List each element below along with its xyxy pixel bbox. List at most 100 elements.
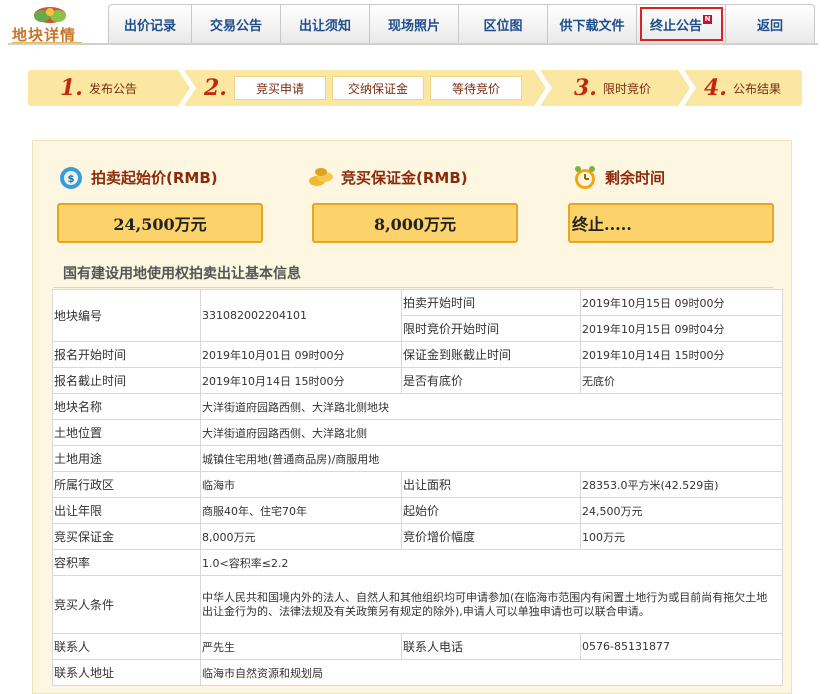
table-row: 地块名称 大洋街道府园路西侧、大洋路北侧地块 xyxy=(52,393,783,420)
table-value: 无底价 xyxy=(580,367,783,394)
table-key: 出让年限 xyxy=(52,497,201,524)
tab-label: 返回 xyxy=(756,18,783,34)
tab-label: 出让须知 xyxy=(298,18,351,34)
tab-site-photos[interactable]: 现场照片 xyxy=(370,4,459,44)
section-title: 国有建设用地使用权拍卖出让基本信息 xyxy=(63,266,301,282)
table-value: 1.0<容积率≤2.2 xyxy=(200,549,783,576)
remaining-value: 终止..... xyxy=(568,203,774,243)
table-value: 2019年10月15日 09时00分 xyxy=(580,289,783,316)
leaf-logo-icon xyxy=(34,7,66,23)
coins-icon xyxy=(309,168,333,186)
table-value: 商服40年、住宅70年 xyxy=(200,497,402,524)
table-row: 土地位置 大洋街道府园路西侧、大洋路北侧 xyxy=(52,419,783,446)
tab-downloads[interactable]: 供下载文件 xyxy=(548,4,637,44)
money-bag-icon: $ xyxy=(60,167,82,189)
tab-label: 交易公告 xyxy=(209,18,262,34)
table-key: 联系人电话 xyxy=(401,633,581,660)
deposit-label: 竞买保证金(RMB) xyxy=(341,168,468,187)
tab-label: 供下载文件 xyxy=(559,18,625,34)
table-key: 联系人地址 xyxy=(52,659,201,686)
tab-transfer-notes[interactable]: 出让须知 xyxy=(281,4,370,44)
remaining-heading: 剩余时间 xyxy=(571,163,665,191)
table-value: 8,000万元 xyxy=(200,523,402,550)
table-value: 331082002204101 xyxy=(200,289,402,342)
table-key: 土地用途 xyxy=(52,445,201,472)
step-3-label: 限时竞价 xyxy=(602,81,651,96)
table-key: 地块名称 xyxy=(52,393,201,420)
table-key: 是否有底价 xyxy=(401,367,581,394)
table-key: 竞买保证金 xyxy=(52,523,201,550)
nav-divider xyxy=(8,43,818,45)
step-4-number: 4. xyxy=(704,75,727,101)
tab-termination-notice[interactable]: 终止公告 N xyxy=(637,4,726,44)
table-row: 报名开始时间 2019年10月01日 09时00分 保证金到账截止时间 2019… xyxy=(52,341,783,368)
table-key: 所属行政区 xyxy=(52,471,201,498)
table-value: 中华人民共和国境内外的法人、自然人和其他组织均可申请参加(在临海市范围内有闲置土… xyxy=(200,575,783,634)
step-2: 2. xyxy=(204,70,233,106)
table-key: 保证金到账截止时间 xyxy=(401,341,581,368)
info-table: 地块编号 331082002204101 拍卖开始时间 2019年10月15日 … xyxy=(52,289,783,686)
table-row: 土地用途 城镇住宅用地(普通商品房)/商服用地 xyxy=(52,445,783,472)
table-key: 起始价 xyxy=(401,497,581,524)
table-value: 0576-85131877 xyxy=(580,633,783,660)
chevron-right-icon xyxy=(678,70,696,106)
table-key: 地块编号 xyxy=(52,289,201,342)
tab-label: 出价记录 xyxy=(123,18,176,34)
table-key: 出让面积 xyxy=(401,471,581,498)
table-value: 2019年10月01日 09时00分 xyxy=(200,341,402,368)
table-key: 报名开始时间 xyxy=(52,341,201,368)
table-value: 2019年10月14日 15时00分 xyxy=(200,367,402,394)
step-1-label: 发布公告 xyxy=(88,81,137,96)
main-panel: $ 拍卖起始价(RMB) 竞买保证金(RMB) 剩余时间 24,500万元 8,… xyxy=(32,140,792,694)
table-value: 28353.0平方米(42.529亩) xyxy=(580,471,783,498)
tab-bid-records[interactable]: 出价记录 xyxy=(108,4,192,44)
table-value: 24,500万元 xyxy=(580,497,783,524)
tab-location-map[interactable]: 区位图 xyxy=(459,4,548,44)
step-2-sub-apply: 竞买申请 xyxy=(234,76,326,100)
step-2-number: 2. xyxy=(204,75,227,101)
remaining-label: 剩余时间 xyxy=(605,168,666,187)
table-value: 大洋街道府园路西侧、大洋路北侧地块 xyxy=(200,393,783,420)
table-key: 容积率 xyxy=(52,549,201,576)
tab-back[interactable]: 返回 xyxy=(726,4,815,44)
table-key: 限时竞价开始时间 xyxy=(401,315,581,342)
table-value: 2019年10月15日 09时04分 xyxy=(580,315,783,342)
table-row: 出让年限 商服40年、住宅70年 起始价 24,500万元 xyxy=(52,497,783,524)
table-row: 容积率 1.0<容积率≤2.2 xyxy=(52,549,783,576)
chevron-right-icon xyxy=(178,70,196,106)
table-key: 土地位置 xyxy=(52,419,201,446)
step-3-number: 3. xyxy=(574,75,597,101)
table-row: 地块编号 331082002204101 拍卖开始时间 2019年10月15日 … xyxy=(52,289,783,342)
step-1: 1. 发布公告 xyxy=(60,70,137,106)
deposit-heading: 竞买保证金(RMB) xyxy=(307,163,468,191)
table-row: 报名截止时间 2019年10月14日 15时00分 是否有底价 无底价 xyxy=(52,367,783,394)
tab-label: 区位图 xyxy=(483,18,523,34)
tab-label: 现场照片 xyxy=(387,18,440,34)
start-price-value: 24,500万元 xyxy=(57,203,263,243)
table-value: 临海市 xyxy=(200,471,402,498)
table-value: 100万元 xyxy=(580,523,783,550)
table-value: 临海市自然资源和规划局 xyxy=(200,659,783,686)
table-key: 报名截止时间 xyxy=(52,367,201,394)
logo: 地块详情 xyxy=(8,4,108,45)
table-row: 竞买人条件 中华人民共和国境内外的法人、自然人和其他组织均可申请参加(在临海市范… xyxy=(52,575,783,634)
alarm-clock-icon xyxy=(575,166,595,189)
svg-text:$: $ xyxy=(68,174,75,185)
new-badge: N xyxy=(703,14,712,24)
step-2-sub-deposit: 交纳保证金 xyxy=(332,76,424,100)
step-3: 3. 限时竞价 xyxy=(574,70,651,106)
tab-label: 终止公告 xyxy=(649,18,702,34)
table-key: 竞价增价幅度 xyxy=(401,523,581,550)
table-key: 联系人 xyxy=(52,633,201,660)
tab-trade-notice[interactable]: 交易公告 xyxy=(192,4,281,44)
section-divider xyxy=(53,287,773,288)
step-4-label: 公布结果 xyxy=(732,81,781,96)
step-4: 4. 公布结果 xyxy=(704,70,781,106)
start-price-heading: $ 拍卖起始价(RMB) xyxy=(57,163,218,191)
deposit-value: 8,000万元 xyxy=(312,203,518,243)
table-value: 2019年10月14日 15时00分 xyxy=(580,341,783,368)
chevron-right-icon xyxy=(534,70,552,106)
table-value: 大洋街道府园路西侧、大洋路北侧 xyxy=(200,419,783,446)
step-1-number: 1. xyxy=(60,75,83,101)
table-key: 竞买人条件 xyxy=(52,575,201,634)
